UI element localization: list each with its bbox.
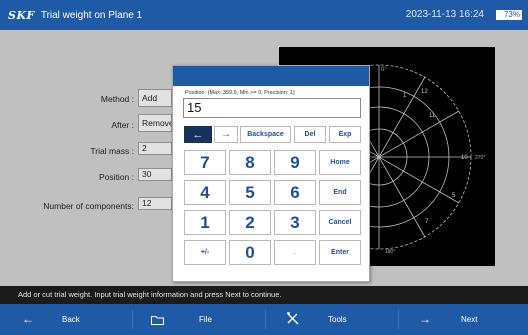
key-3[interactable]: 3 [274,210,316,235]
key-4[interactable]: 4 [184,180,226,205]
decimal-point-button[interactable]: . [274,240,316,265]
keypad-value-input[interactable]: 15 [183,98,361,118]
key-9[interactable]: 9 [274,150,316,175]
numeric-keypad-dialog: Position: (Max: 359.9, Min >= 0, Precisi… [172,65,370,282]
tools-button[interactable]: Tools [266,304,398,335]
bottom-nav-bar: ← Back File Tools → Next [0,304,528,335]
keypad-hint: Position: (Max: 359.9, Min >= 0, Precisi… [185,90,295,96]
cursor-right-button[interactable]: → [214,126,238,143]
key-6[interactable]: 6 [274,180,316,205]
backspace-button[interactable]: Backspace [240,126,291,143]
status-message: Add or cut trial weight. Input trial wei… [0,286,528,304]
key-7[interactable]: 7 [184,150,226,175]
del-button[interactable]: Del [294,126,326,143]
title-bar: SKF Trial weight on Plane 1 2023-11-13 1… [0,0,528,30]
tools-label: Tools [328,315,347,324]
back-label: Back [62,315,80,324]
back-button[interactable]: ← Back [0,304,132,335]
cursor-left-button[interactable]: ← [184,126,212,143]
enter-button[interactable]: Enter [319,240,361,265]
end-button[interactable]: End [319,180,361,205]
home-button[interactable]: Home [319,150,361,175]
datetime: 2023-11-13 16:24 [405,9,484,20]
key-2[interactable]: 2 [229,210,271,235]
arrow-left-icon: ← [22,312,34,326]
keypad-header [173,66,369,86]
file-label: File [199,315,212,324]
next-button[interactable]: → Next [399,304,528,335]
plus-minus-button[interactable]: +/- [184,240,226,265]
next-label: Next [461,315,478,324]
key-5[interactable]: 5 [229,180,271,205]
wrench-screwdriver-icon [286,312,299,328]
arrow-right-icon: → [419,312,431,326]
battery-indicator: 73% [496,10,522,20]
key-0[interactable]: 0 [229,240,271,265]
folder-icon [151,314,164,328]
brand-logo: SKF [8,8,35,22]
window-title: Trial weight on Plane 1 [40,9,143,21]
exp-button[interactable]: Exp [329,126,361,143]
file-button[interactable]: File [133,304,265,335]
key-1[interactable]: 1 [184,210,226,235]
cancel-button[interactable]: Cancel [319,210,361,235]
key-8[interactable]: 8 [229,150,271,175]
